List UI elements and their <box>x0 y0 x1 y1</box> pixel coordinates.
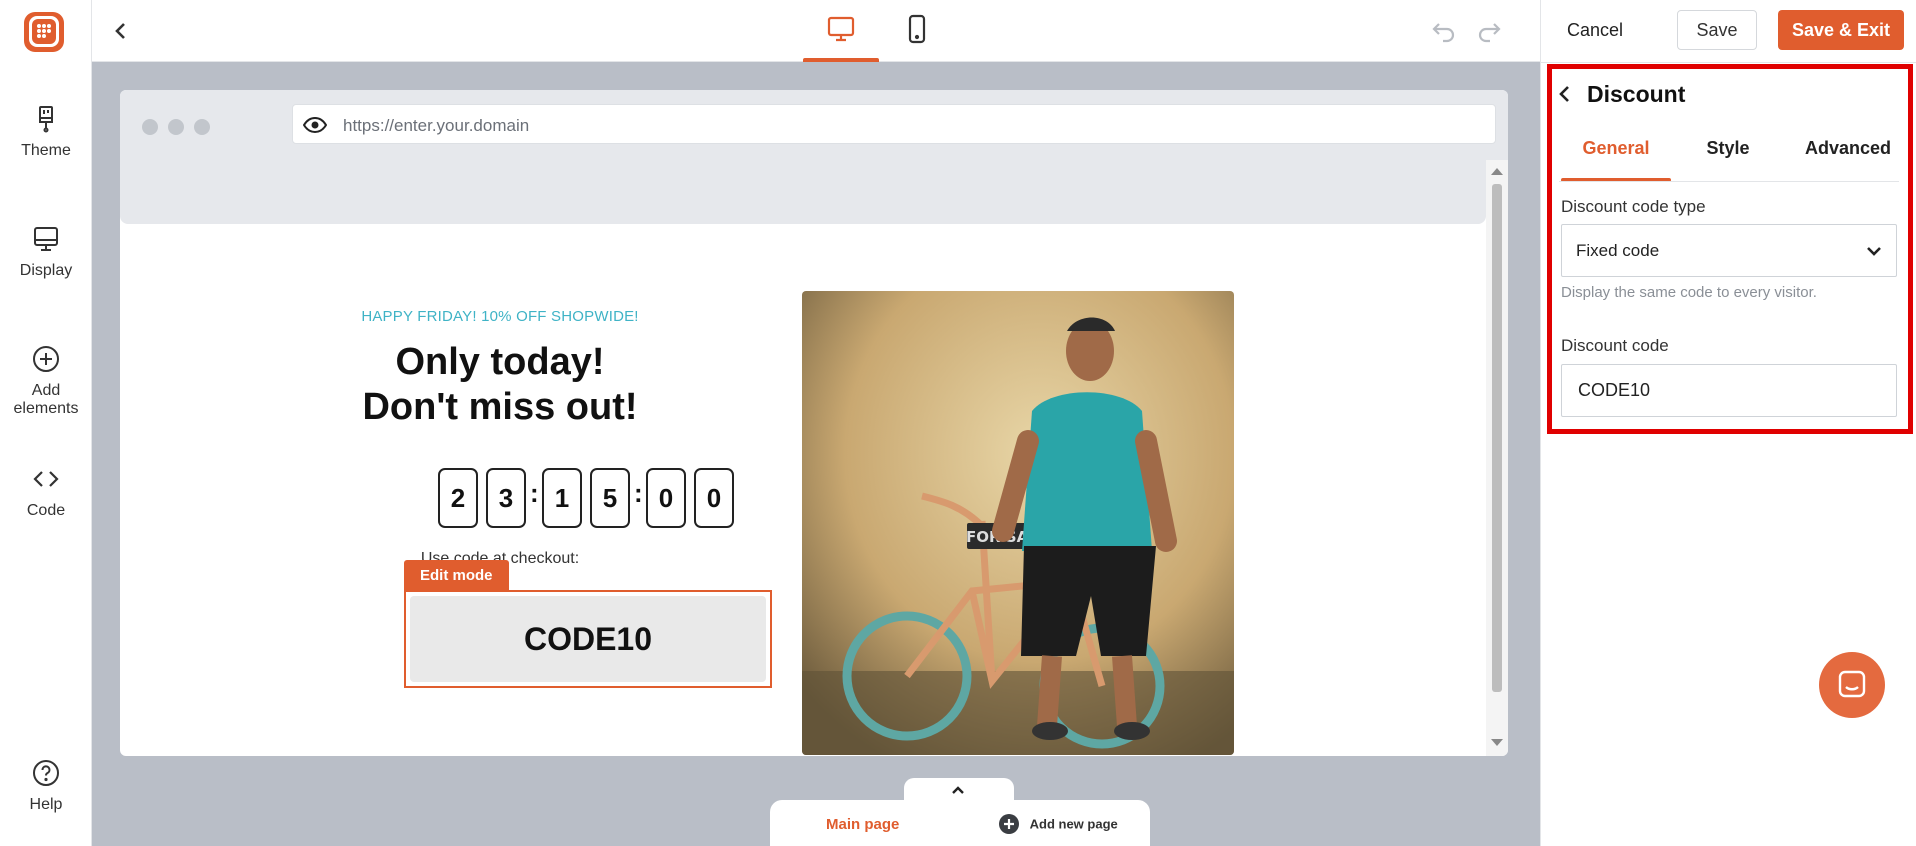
sidebar-item-display[interactable]: Display <box>0 224 92 280</box>
scroll-up-arrow-icon[interactable] <box>1491 168 1503 175</box>
browser-preview: https://enter.your.domain HAPPY FRIDAY! … <box>120 90 1508 756</box>
sidebar-item-label: Code <box>26 502 66 519</box>
save-button[interactable]: Save <box>1677 10 1757 50</box>
code-icon <box>33 471 59 487</box>
cancel-button[interactable]: Cancel <box>1545 10 1645 50</box>
panel-divider <box>1541 62 1916 63</box>
window-dot <box>194 119 210 135</box>
countdown-digit: 2 <box>438 468 478 528</box>
sidebar-item-code[interactable]: Code <box>0 464 92 520</box>
sidebar-item-label: Help <box>29 796 63 813</box>
add-new-page-label: Add new page <box>1029 816 1118 832</box>
add-new-page-button[interactable]: Add new page <box>998 813 1118 835</box>
chat-icon <box>1838 670 1866 698</box>
page-tab-main[interactable]: Main page <box>826 816 899 833</box>
plus-circle-icon <box>33 346 59 372</box>
top-toolbar <box>92 0 1540 62</box>
sidebar-item-label: Add <box>31 382 61 399</box>
countdown-digit: 0 <box>646 468 686 528</box>
window-dot <box>168 119 184 135</box>
redo-button[interactable] <box>1475 17 1503 45</box>
countdown-digit: 3 <box>486 468 526 528</box>
browser-chrome: https://enter.your.domain <box>120 90 1508 160</box>
sidebar-item-help[interactable]: Help <box>0 758 92 814</box>
mobile-icon <box>908 14 926 44</box>
edit-mode-badge: Edit mode <box>404 560 509 591</box>
preview-scrollbar[interactable] <box>1486 160 1508 756</box>
sidebar-item-label: elements <box>13 400 79 417</box>
preview-url-text: https://enter.your.domain <box>343 116 530 135</box>
scroll-thumb[interactable] <box>1492 184 1502 692</box>
discount-code-element[interactable]: CODE10 <box>404 590 772 688</box>
editor-canvas: https://enter.your.domain HAPPY FRIDAY! … <box>92 62 1540 846</box>
popup-headline[interactable]: Only today! Don't miss out! <box>310 340 690 430</box>
popup-kicker-text: HAPPY FRIDAY! 10% OFF SHOPWIDE! <box>361 308 639 325</box>
redo-icon <box>1478 23 1501 43</box>
monitor-icon <box>34 227 58 251</box>
undo-button[interactable] <box>1430 17 1458 45</box>
editor-app: Theme Display Add elements Code Help htt… <box>0 0 1916 846</box>
countdown-separator: : <box>530 478 539 508</box>
device-mobile-tab[interactable] <box>879 0 955 62</box>
properties-panel: Cancel Save Save & Exit Discount General… <box>1540 0 1916 846</box>
desktop-icon <box>827 16 855 42</box>
chevron-left-icon <box>115 23 125 39</box>
device-desktop-tab[interactable] <box>803 0 879 62</box>
popup-headline-line: Only today! <box>395 341 605 383</box>
popup-product-image[interactable]: FOR SALE <box>802 291 1234 755</box>
countdown-digit: 1 <box>542 468 582 528</box>
sidebar-item-theme[interactable]: Theme <box>0 104 92 160</box>
chat-support-button[interactable] <box>1819 652 1885 718</box>
plus-circle-icon <box>999 814 1019 834</box>
preview-url-bar[interactable]: https://enter.your.domain <box>292 104 1496 144</box>
sidebar-item-add-elements[interactable]: Add elements <box>0 344 92 418</box>
countdown-digit: 0 <box>694 468 734 528</box>
sidebar-item-label: Theme <box>21 142 71 159</box>
discount-code-display: CODE10 <box>410 596 766 682</box>
site-header-placeholder <box>120 160 1486 224</box>
scroll-down-arrow-icon[interactable] <box>1491 739 1503 746</box>
sidebar-item-label: Display <box>19 262 73 279</box>
undo-icon <box>1432 23 1455 43</box>
chevron-up-icon <box>952 786 964 794</box>
eye-icon <box>303 116 327 134</box>
collapse-pages-button[interactable] <box>904 778 1014 802</box>
save-and-exit-button[interactable]: Save & Exit <box>1778 10 1904 50</box>
left-sidebar: Theme Display Add elements Code Help <box>0 0 92 846</box>
popup-headline-line: Don't miss out! <box>362 386 638 428</box>
back-button[interactable] <box>106 16 136 46</box>
window-dot <box>142 119 158 135</box>
highlight-box <box>1547 64 1913 434</box>
question-circle-icon <box>33 760 59 786</box>
countdown-separator: : <box>634 478 643 508</box>
countdown-digit: 5 <box>590 468 630 528</box>
paintbrush-icon <box>39 106 53 133</box>
page-switcher: Main page Add new page <box>770 778 1150 846</box>
app-logo[interactable] <box>22 10 66 54</box>
